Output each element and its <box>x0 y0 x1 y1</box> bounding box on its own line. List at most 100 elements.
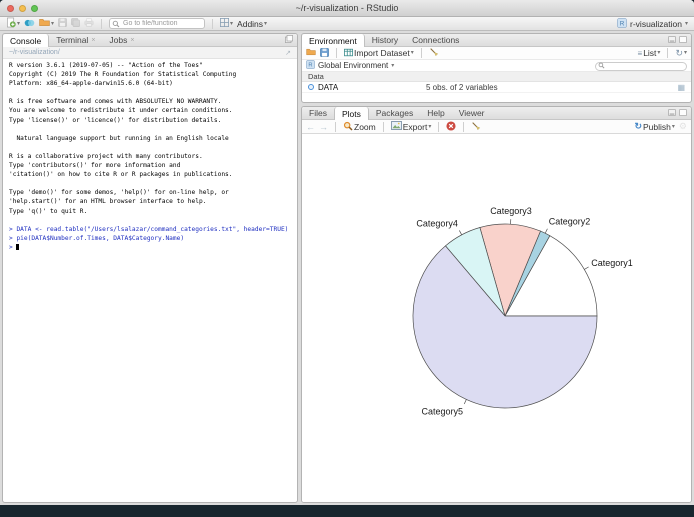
environment-panel: Environment History Connections Import D… <box>301 33 692 103</box>
close-icon[interactable]: × <box>130 37 134 44</box>
environment-scope-label[interactable]: Global Environment <box>318 61 388 70</box>
maximize-panel-icon[interactable] <box>285 35 293 45</box>
environment-object-row[interactable]: DATA 5 obs. of 2 variables ▦ <box>302 82 691 93</box>
close-icon[interactable]: × <box>91 37 95 44</box>
open-in-new-window-icon[interactable]: ↗ <box>285 49 291 57</box>
plot-display-area: Category1 Category2 Category3 Category4 Cate… <box>302 134 691 502</box>
window-title: ~/r-visualization - RStudio <box>295 3 399 13</box>
export-plot-button[interactable]: Export ▾ <box>390 121 432 132</box>
zoom-magnifier-icon <box>343 121 353 133</box>
refresh-icon: ↻ <box>675 47 683 58</box>
caret-down-icon: ▾ <box>671 123 675 130</box>
zoom-window-icon[interactable] <box>31 4 38 12</box>
pie-label: Category5 <box>421 406 463 416</box>
remove-plot-button[interactable] <box>446 120 456 133</box>
console-line: Type 'contributors()' for more informati… <box>9 162 181 170</box>
caret-down-icon: ▾ <box>428 123 432 130</box>
console-line: R is free software and comes with ABSOLU… <box>9 98 222 106</box>
publish-plot-button[interactable]: ↻ Publish ▾ <box>634 121 674 132</box>
next-plot-button[interactable]: → <box>319 122 328 132</box>
broom-icon <box>471 121 481 133</box>
tab-viewer[interactable]: Viewer <box>452 107 492 119</box>
plots-panel: Files Plots Packages Help Viewer ← → Zoo… <box>301 106 692 503</box>
toolbar-separator <box>335 121 336 132</box>
import-dataset-button[interactable]: Import Dataset ▾ <box>344 48 414 59</box>
console-output[interactable]: R version 3.6.1 (2019-07-05) -- "Action … <box>3 59 297 502</box>
tab-terminal[interactable]: Terminal × <box>49 34 102 46</box>
caret-down-icon: ▾ <box>230 20 234 27</box>
save-button[interactable] <box>58 18 67 29</box>
toolbar-separator <box>101 18 103 29</box>
clear-workspace-button[interactable] <box>429 47 439 59</box>
caret-down-icon: ▾ <box>391 62 395 69</box>
addins-menu[interactable]: Addins ▾ <box>237 19 267 29</box>
list-view-label: List <box>643 48 657 58</box>
plots-settings-button[interactable]: ⚙ <box>679 121 687 132</box>
print-icon <box>84 18 94 29</box>
minimize-panel-icon[interactable] <box>668 35 676 45</box>
window-bottom-edge <box>0 505 694 511</box>
export-label: Export <box>402 121 428 132</box>
tab-packages[interactable]: Packages <box>369 107 420 119</box>
tab-files[interactable]: Files <box>302 107 334 119</box>
panel-window-buttons <box>664 107 691 119</box>
tab-history[interactable]: History <box>365 34 405 46</box>
open-file-button[interactable]: ▾ <box>39 18 54 29</box>
refresh-environment-button[interactable]: ↻ ▾ <box>675 48 687 59</box>
previous-plot-button[interactable]: ← <box>306 122 315 132</box>
panel-window-buttons <box>281 34 297 46</box>
tab-help[interactable]: Help <box>420 107 451 119</box>
console-line: 'help.start()' for an HTML browser inter… <box>9 198 207 206</box>
pane-layout-button[interactable]: ▾ <box>220 18 233 29</box>
project-menu[interactable]: R r-visualization ▾ <box>617 17 688 30</box>
minimize-panel-icon[interactable] <box>668 108 676 118</box>
save-all-button[interactable] <box>71 18 80 29</box>
clear-plots-button[interactable] <box>471 121 481 133</box>
close-window-icon[interactable] <box>7 4 14 12</box>
new-file-button[interactable]: ▾ <box>6 17 20 30</box>
tab-plots[interactable]: Plots <box>333 107 369 120</box>
environment-search-input[interactable] <box>595 61 687 71</box>
svg-text:R: R <box>620 20 625 27</box>
goto-file-input[interactable] <box>109 18 206 29</box>
pie-label: Category1 <box>591 258 633 268</box>
maximize-panel-icon[interactable] <box>679 108 687 118</box>
list-view-button[interactable]: ≡ List ▾ <box>638 48 661 58</box>
zoom-label: Zoom <box>354 121 376 132</box>
console-tabbar: Console Terminal × Jobs × <box>3 34 297 47</box>
minimize-window-icon[interactable] <box>19 4 26 12</box>
environment-tabbar: Environment History Connections <box>302 34 691 47</box>
print-button[interactable] <box>84 18 94 29</box>
tab-connections[interactable]: Connections <box>405 34 466 46</box>
object-expand-icon[interactable] <box>308 84 314 90</box>
titlebar: ~/r-visualization - RStudio <box>0 0 694 17</box>
tab-console[interactable]: Console <box>3 34 50 47</box>
maximize-panel-icon[interactable] <box>679 35 687 45</box>
search-icon <box>598 62 605 71</box>
tab-jobs[interactable]: Jobs × <box>102 34 141 46</box>
tab-label: Viewer <box>458 108 485 118</box>
addins-label: Addins <box>237 18 264 29</box>
view-table-icon[interactable]: ▦ <box>677 83 685 92</box>
caret-down-icon: ▾ <box>683 50 687 56</box>
load-workspace-button[interactable] <box>306 48 316 58</box>
zoom-plot-button[interactable]: Zoom <box>343 121 376 133</box>
save-icon <box>320 47 329 59</box>
environment-section-header: Data <box>302 72 691 82</box>
environment-scope-row: R Global Environment ▾ <box>302 60 691 72</box>
tab-environment[interactable]: Environment <box>302 34 365 47</box>
save-workspace-button[interactable] <box>320 47 329 59</box>
toolbar-separator <box>382 121 384 132</box>
broom-icon <box>429 47 439 59</box>
console-line: > DATA <- read.table("/Users/lsalazar/co… <box>9 225 289 233</box>
tab-label: Packages <box>375 108 414 118</box>
console-cursor <box>16 243 20 250</box>
pie-label-tick <box>584 266 589 270</box>
pie-label: Category3 <box>490 206 532 216</box>
new-project-button[interactable] <box>24 18 35 30</box>
working-directory[interactable]: ~/r-visualization/ <box>9 49 60 56</box>
import-table-icon <box>344 48 353 59</box>
